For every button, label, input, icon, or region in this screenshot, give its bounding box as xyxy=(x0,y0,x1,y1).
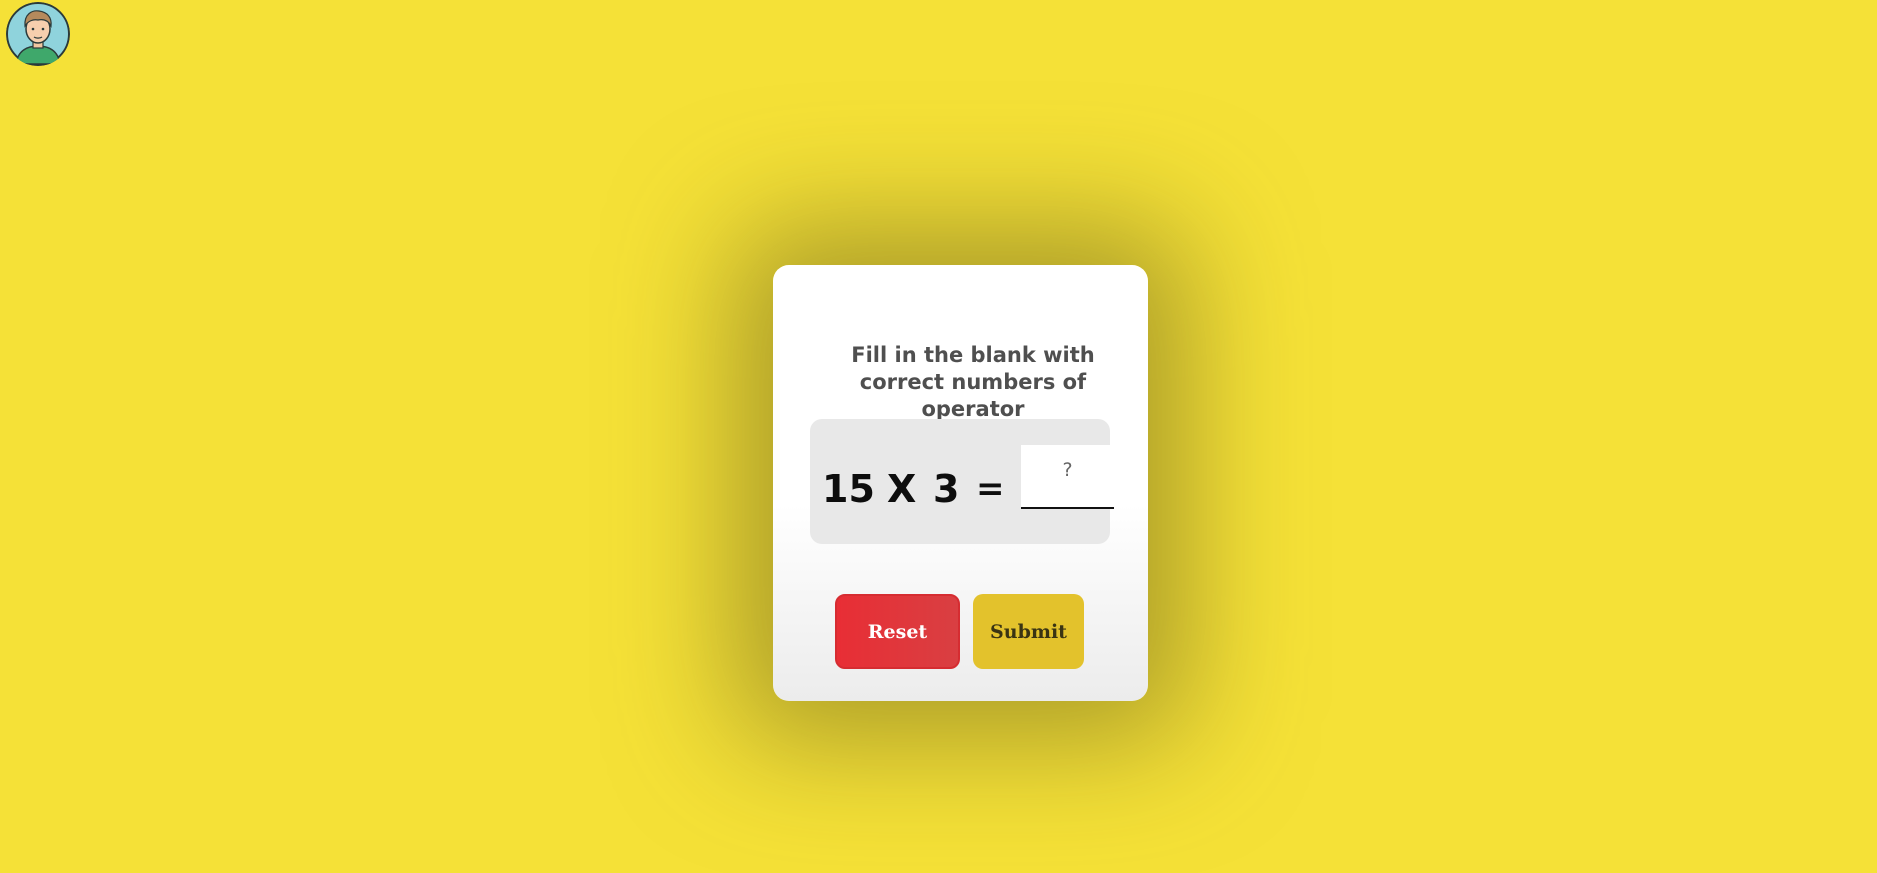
quiz-prompt: Fill in the blank with correct numbers o… xyxy=(851,343,1095,421)
reset-button[interactable]: Reset xyxy=(835,594,960,669)
answer-input[interactable] xyxy=(1021,445,1114,509)
equation-box: 15 X 3 = xyxy=(810,419,1114,544)
avatar[interactable] xyxy=(6,2,70,66)
quiz-card: Fill in the blank with correct numbers o… xyxy=(773,265,1148,701)
equals-sign: = xyxy=(976,469,1005,509)
submit-button[interactable]: Submit xyxy=(973,594,1084,669)
left-operand: 15 xyxy=(822,467,875,511)
right-operand: 3 xyxy=(933,467,960,511)
user-avatar-icon xyxy=(6,2,70,66)
operator: X xyxy=(887,467,917,511)
